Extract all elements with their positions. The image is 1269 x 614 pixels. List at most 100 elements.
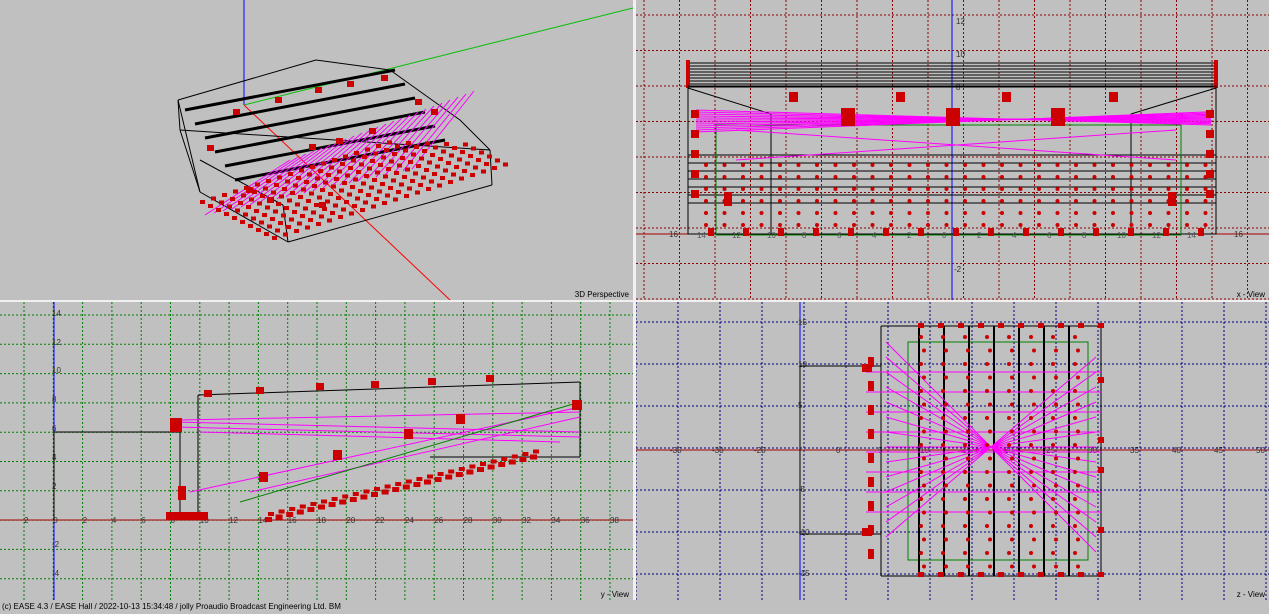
speaker-marker <box>691 150 699 158</box>
seat-marker <box>437 183 442 188</box>
seat-marker <box>429 179 434 184</box>
source-marker <box>1007 362 1011 366</box>
seat-marker <box>430 153 435 157</box>
source-marker <box>1073 389 1077 393</box>
seat-marker <box>391 178 396 183</box>
seat-marker <box>349 211 354 216</box>
source-marker <box>1054 483 1058 488</box>
source-marker <box>722 175 727 179</box>
speaker-marker <box>946 108 960 126</box>
speaker-marker <box>868 549 874 559</box>
seat-marker <box>360 208 365 212</box>
source-marker <box>922 429 926 434</box>
seat-marker <box>301 187 306 192</box>
source-marker <box>1029 524 1033 528</box>
seat-marker <box>451 172 456 177</box>
seat-marker <box>211 196 216 201</box>
source-marker <box>1032 564 1036 569</box>
seat-marker <box>533 449 539 454</box>
speaker-marker <box>1206 190 1214 198</box>
seat-marker <box>501 457 508 461</box>
source-marker <box>1051 335 1055 339</box>
perspective-view[interactable]: 3D Perspective <box>0 0 633 300</box>
source-marker <box>907 187 912 191</box>
source-marker <box>1054 429 1058 434</box>
source-marker <box>966 537 970 542</box>
seat-marker <box>347 192 352 197</box>
source-marker <box>1051 470 1055 474</box>
speaker-marker <box>259 472 268 482</box>
source-marker <box>963 211 967 215</box>
source-marker <box>852 211 856 215</box>
source-marker <box>1037 187 1041 191</box>
seat-marker <box>958 572 964 577</box>
seat-marker <box>312 184 317 188</box>
seat-marker <box>458 467 465 471</box>
source-marker <box>759 211 764 215</box>
x-view[interactable]: 12108-21616141210864202468101214 x - Vie… <box>636 0 1269 300</box>
source-marker <box>941 443 945 447</box>
seat-marker <box>331 497 338 501</box>
source-marker <box>870 187 875 191</box>
speaker-marker <box>267 197 274 203</box>
seat-marker <box>306 199 311 203</box>
seat-marker <box>437 472 444 476</box>
source-marker <box>778 175 782 179</box>
seat-marker <box>283 232 288 237</box>
axis-tick-label: 14 <box>697 231 706 240</box>
seat-marker <box>296 176 301 180</box>
source-marker <box>1073 470 1077 474</box>
seat-marker <box>399 182 404 187</box>
seat-marker <box>498 462 506 467</box>
seat-marker <box>440 176 445 180</box>
source-marker <box>1073 497 1077 501</box>
axis-tick-label: 6 <box>1047 231 1052 240</box>
speaker-marker <box>336 138 343 144</box>
seat-marker <box>1038 323 1044 328</box>
source-marker <box>966 348 970 353</box>
seat-marker <box>265 517 272 522</box>
speaker-marker <box>404 429 413 439</box>
beam-line <box>179 411 581 421</box>
y-view[interactable]: 1412108642-2-420246810121416182022242628… <box>0 302 633 600</box>
source-marker <box>1092 223 1097 227</box>
source-marker <box>941 416 945 420</box>
seat-marker <box>411 152 416 157</box>
speaker-marker <box>309 144 316 150</box>
seat-marker <box>289 217 294 222</box>
axis-tick-label: 28 <box>464 516 473 525</box>
axis-tick-label: 8 <box>802 231 807 240</box>
seat-marker <box>813 228 819 236</box>
axis-tick-label: 45 <box>1214 446 1223 455</box>
source-marker <box>1074 211 1078 215</box>
source-marker <box>1018 223 1023 227</box>
source-marker <box>815 199 819 203</box>
source-marker <box>1073 524 1077 528</box>
x-view-canvas: 12108-21616141210864202468101214 <box>636 0 1269 300</box>
seat-marker <box>387 140 392 145</box>
seat-marker <box>281 213 286 218</box>
seat-marker <box>487 464 495 470</box>
source-marker <box>919 335 923 339</box>
seat-marker <box>463 142 468 147</box>
source-marker <box>870 175 875 179</box>
source-marker <box>1029 416 1033 420</box>
seat-marker <box>310 502 317 506</box>
speaker-marker <box>691 130 699 138</box>
source-marker <box>1076 375 1080 380</box>
seat-marker <box>260 194 265 198</box>
source-marker <box>1148 199 1152 203</box>
seat-marker <box>319 214 324 219</box>
horizontal-splitter[interactable] <box>0 300 1269 302</box>
seat-marker <box>427 474 433 479</box>
source-marker <box>922 375 926 380</box>
axis-tick-label: 12 <box>956 17 965 26</box>
source-marker <box>1111 175 1115 179</box>
source-marker <box>944 375 948 380</box>
source-marker <box>778 223 782 227</box>
source-marker <box>1032 429 1036 434</box>
seat-marker <box>481 169 486 174</box>
seat-marker <box>394 171 399 175</box>
z-view[interactable]: 15105-5-10-15-35-30-25051015202530354045… <box>636 302 1269 600</box>
seat-marker <box>297 221 302 226</box>
